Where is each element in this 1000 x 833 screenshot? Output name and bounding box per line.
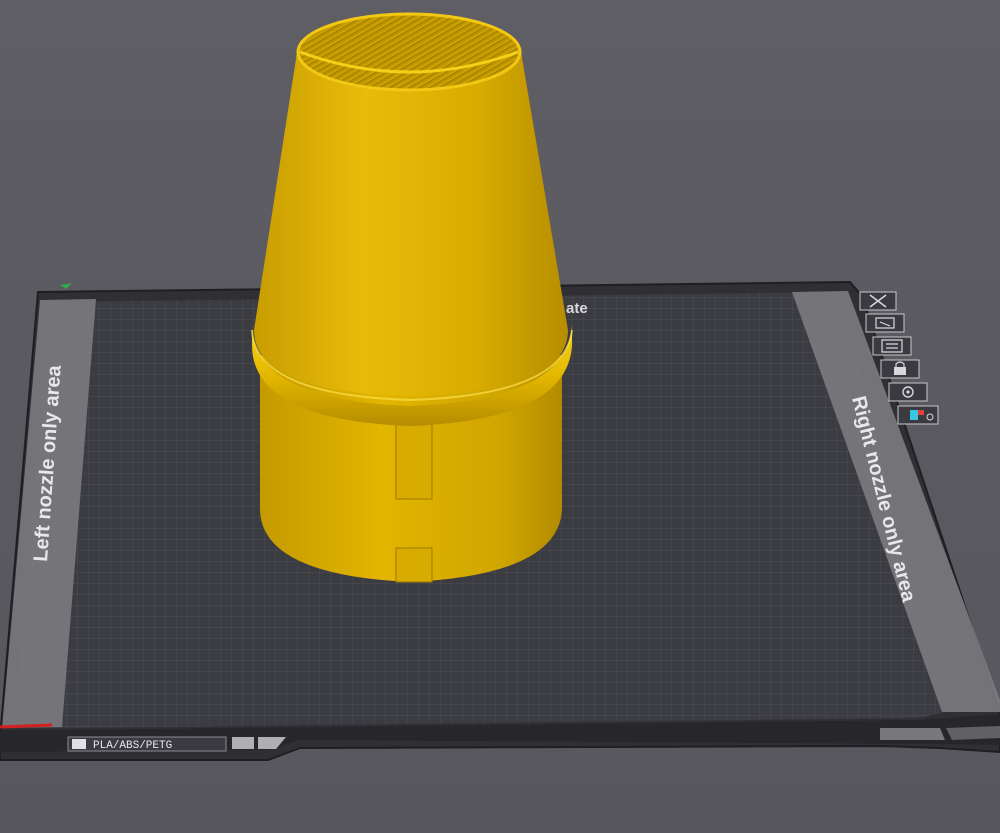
auto-orient-icon[interactable] [865, 313, 905, 333]
plate-filament-icon[interactable] [897, 405, 939, 425]
plate-name-label: ate [566, 300, 588, 317]
close-icon[interactable] [859, 291, 897, 311]
svg-text:PLA/ABS/PETG: PLA/ABS/PETG [93, 740, 172, 752]
lock-icon[interactable] [880, 359, 920, 379]
3d-viewport[interactable]: Left nozzle only area Right nozzle only … [0, 0, 1000, 833]
settings-icon[interactable] [888, 382, 928, 402]
arrange-icon[interactable] [872, 336, 912, 356]
3d-model-object[interactable] [251, 12, 573, 583]
